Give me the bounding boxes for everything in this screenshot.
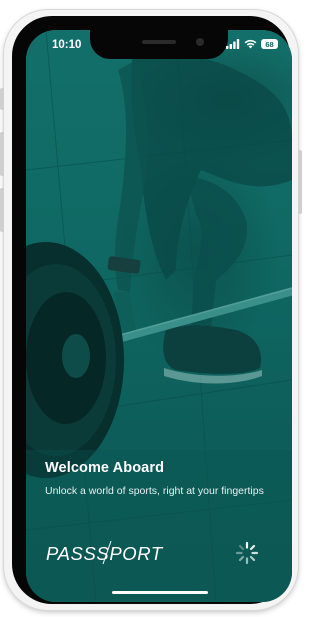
home-indicator[interactable]: [112, 591, 208, 594]
status-time: 10:10: [52, 39, 82, 51]
welcome-title: Welcome Aboard: [45, 460, 165, 476]
volume-up-button: [0, 132, 4, 176]
splash-screen: 10:10 68 Welcome Aboard Unlock a world o…: [26, 30, 292, 602]
spinner-icon: [235, 541, 259, 565]
wifi-icon: [244, 39, 257, 49]
welcome-subtitle: Unlock a world of sports, right at your …: [45, 485, 264, 497]
logo-text: PASSSPORT: [46, 543, 164, 564]
status-bar: 10:10 68: [26, 30, 292, 59]
passsport-logo: PASSSPORT: [46, 540, 164, 565]
athlete-photo: [26, 30, 292, 602]
phone-frame: 10:10 68 Welcome Aboard Unlock a world o…: [0, 10, 302, 610]
volume-down-button: [0, 188, 4, 232]
power-button: [298, 150, 302, 214]
camera-notch: [90, 30, 228, 59]
phone-bezel: 10:10 68 Welcome Aboard Unlock a world o…: [12, 16, 292, 604]
mute-switch: [0, 88, 4, 110]
front-camera: [196, 38, 204, 46]
status-icons: 68: [226, 38, 278, 50]
speaker-grille: [142, 40, 176, 44]
battery-icon: 68: [261, 39, 278, 49]
signal-icon: [226, 39, 240, 49]
background-photo: [26, 30, 292, 602]
